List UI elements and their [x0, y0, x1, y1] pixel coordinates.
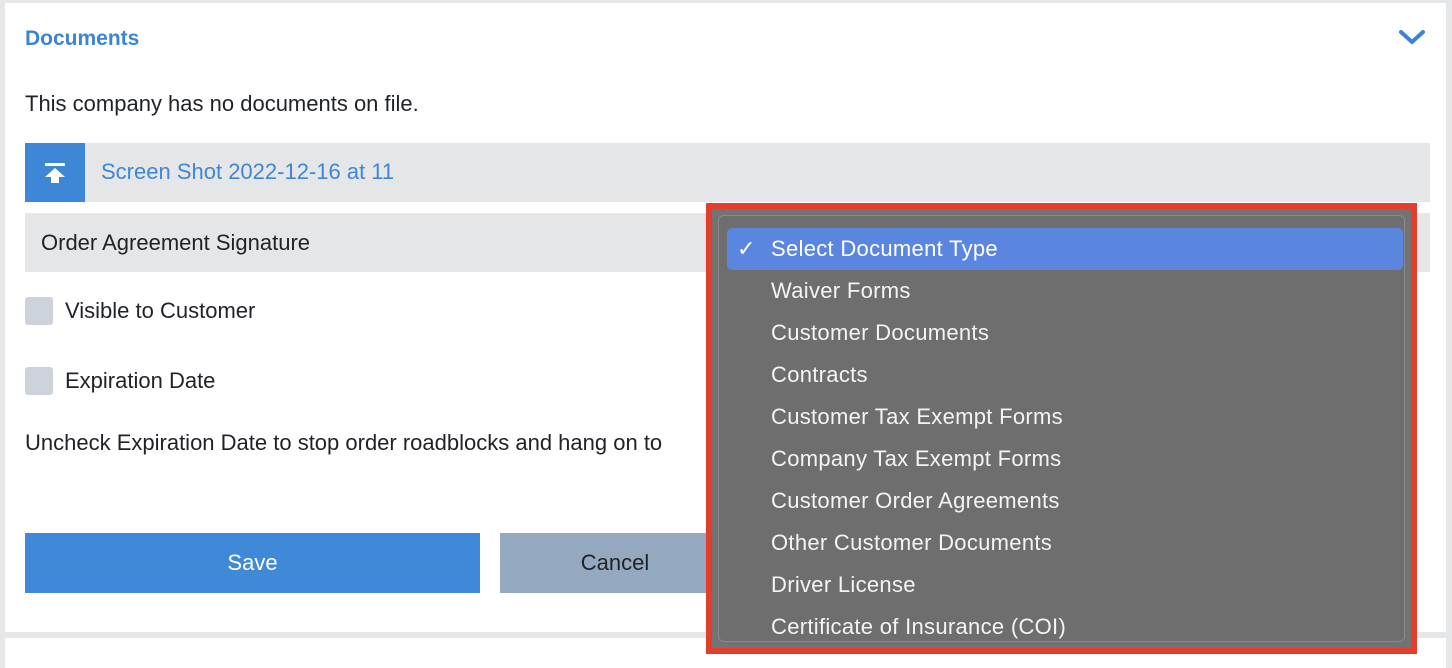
expiration-date-label: Expiration Date: [65, 368, 216, 393]
upload-filename: Screen Shot 2022-12-16 at 11: [101, 159, 395, 184]
empty-message: This company has no documents on file.: [25, 91, 419, 116]
cancel-button[interactable]: Cancel: [500, 533, 730, 593]
expiration-date-row[interactable]: Expiration Date: [25, 367, 215, 395]
dropdown-option[interactable]: Driver License: [727, 564, 1403, 606]
upload-icon: [45, 162, 65, 183]
visible-to-customer-checkbox[interactable]: [25, 297, 53, 325]
dropdown-option[interactable]: Customer Documents: [727, 312, 1403, 354]
dropdown-option[interactable]: Other Customer Documents: [727, 522, 1403, 564]
save-button[interactable]: Save: [25, 533, 480, 593]
expiration-date-checkbox[interactable]: [25, 367, 53, 395]
dropdown-option[interactable]: Customer Order Agreements: [727, 480, 1403, 522]
visible-to-customer-row[interactable]: Visible to Customer: [25, 297, 255, 325]
chevron-down-icon[interactable]: [1398, 27, 1426, 47]
file-upload-field[interactable]: Screen Shot 2022-12-16 at 11: [25, 143, 1430, 202]
document-type-dropdown[interactable]: ✓ Select Document Type Waiver Forms Cust…: [706, 203, 1417, 654]
dropdown-option[interactable]: Customer Tax Exempt Forms: [727, 396, 1403, 438]
dropdown-option[interactable]: Certificate of Insurance (COI): [727, 606, 1403, 648]
section-title: Documents: [25, 27, 140, 50]
visible-to-customer-label: Visible to Customer: [65, 298, 256, 323]
dropdown-option[interactable]: Waiver Forms: [727, 270, 1403, 312]
dropdown-option[interactable]: Company Tax Exempt Forms: [727, 438, 1403, 480]
dropdown-option[interactable]: Contracts: [727, 354, 1403, 396]
dropdown-list: ✓ Select Document Type Waiver Forms Cust…: [718, 215, 1405, 642]
upload-button[interactable]: [25, 143, 85, 202]
dropdown-option[interactable]: ✓ Select Document Type: [727, 228, 1403, 270]
document-name-value: Order Agreement Signature: [41, 230, 311, 255]
expiration-hint: Uncheck Expiration Date to stop order ro…: [25, 430, 663, 455]
checkmark-icon: ✓: [737, 236, 756, 261]
